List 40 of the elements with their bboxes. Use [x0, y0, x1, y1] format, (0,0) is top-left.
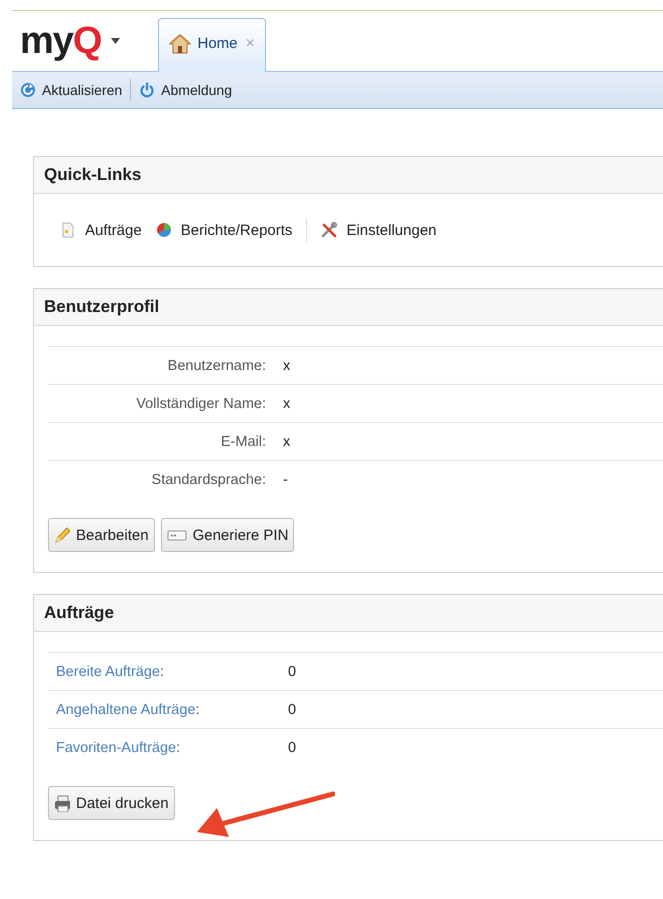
panel-title: Aufträge — [34, 595, 663, 632]
document-icon — [60, 222, 76, 238]
quick-link[interactable]: Einstellungen — [321, 222, 437, 238]
label-colon: : — [176, 740, 180, 756]
field-value: x — [283, 434, 290, 450]
pin-button[interactable]: Generiere PIN — [160, 518, 294, 552]
tab-label[interactable]: Home — [197, 35, 238, 52]
field-label: Benutzername: — [166, 358, 266, 374]
logo: myQ — [20, 21, 102, 61]
job-link[interactable]: Bereite Aufträge — [56, 664, 160, 680]
label-colon: : — [160, 664, 164, 680]
pie-chart-icon — [156, 222, 172, 238]
field-value: - — [283, 472, 288, 488]
job-count: 0 — [288, 664, 296, 680]
quick-link[interactable]: Aufträge — [60, 222, 142, 238]
field-label: E-Mail: — [220, 434, 266, 450]
tools-icon — [321, 222, 338, 238]
caret-icon — [111, 38, 120, 44]
field-value: x — [283, 358, 290, 374]
refresh-button[interactable]: Aktualisieren — [16, 80, 126, 100]
field-label: Standardsprache: — [150, 472, 266, 488]
job-count: 0 — [288, 702, 296, 718]
refresh-icon — [20, 82, 36, 98]
label-colon: : — [195, 702, 200, 718]
field-value: x — [283, 396, 290, 412]
job-link[interactable]: Favoriten-Aufträge — [56, 740, 176, 756]
printer-icon — [54, 794, 70, 812]
job-count: 0 — [288, 740, 296, 756]
house-icon — [169, 34, 192, 54]
print-button[interactable]: Datei drucken — [48, 786, 175, 820]
quick-link[interactable]: Berichte/Reports — [156, 222, 292, 238]
job-link[interactable]: Angehaltene Aufträge — [56, 702, 196, 718]
logout-button[interactable]: Abmeldung — [135, 80, 236, 100]
field-label: Vollständiger Name: — [135, 396, 266, 412]
edit-button[interactable]: Bearbeiten — [48, 518, 155, 552]
panel-title: Quick-Links — [34, 157, 663, 194]
tab[interactable]: Home × — [158, 18, 266, 72]
power-icon — [139, 82, 156, 98]
pencil-icon — [54, 526, 70, 544]
panel-title: Benutzerprofil — [34, 289, 663, 326]
